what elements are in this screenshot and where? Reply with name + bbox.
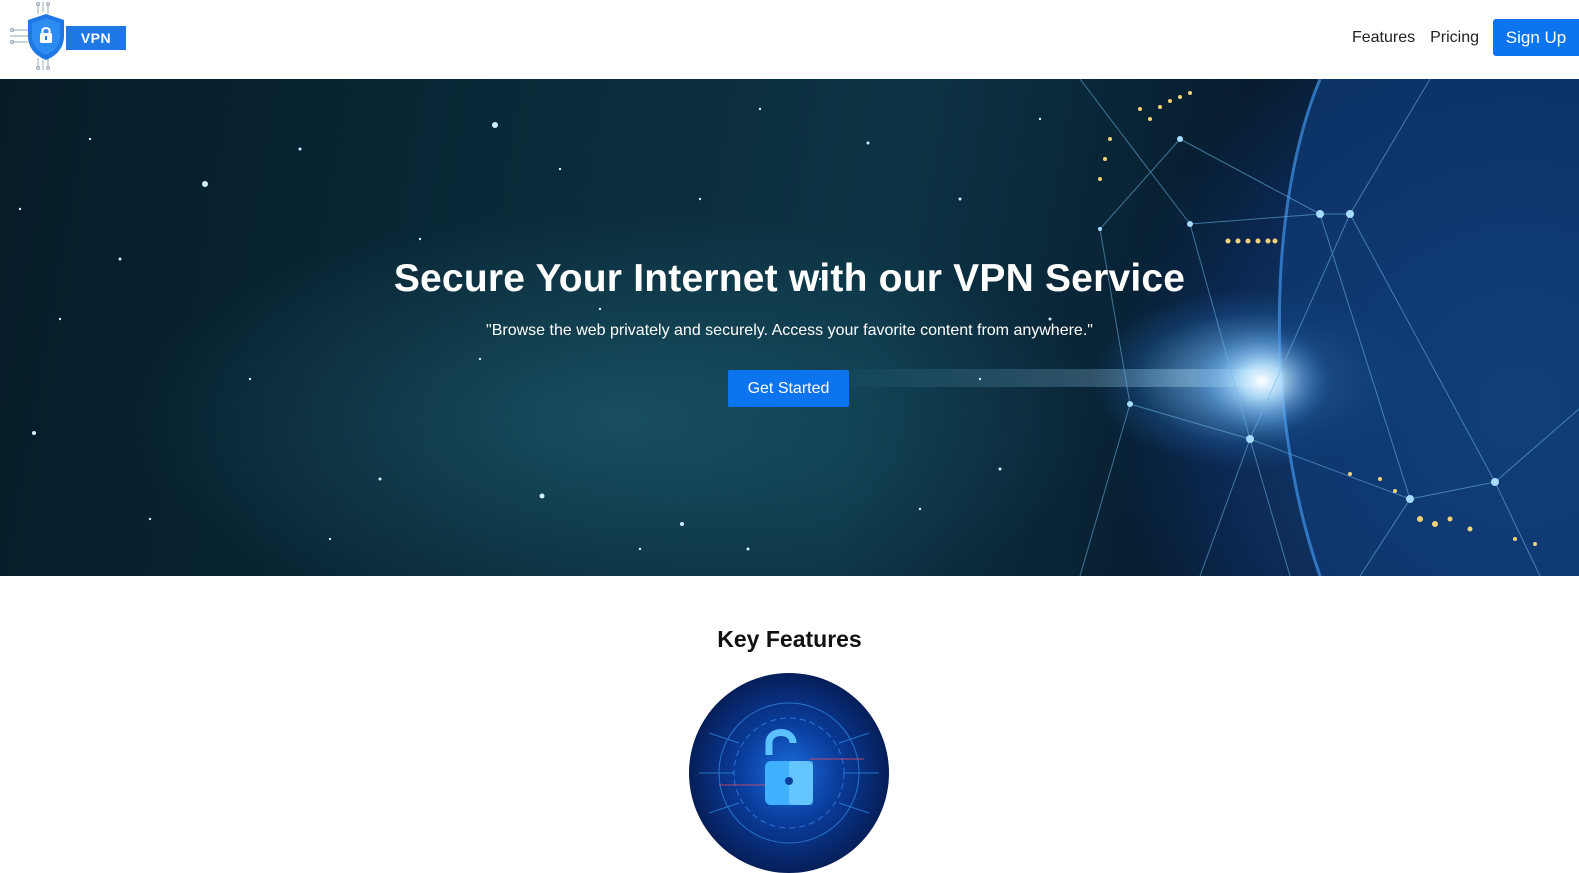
hero-subtitle: "Browse the web privately and securely. … <box>486 322 1093 339</box>
feature-image <box>689 673 889 873</box>
logo-text: VPN <box>66 26 126 50</box>
hero-section: Secure Your Internet with our VPN Servic… <box>0 79 1579 576</box>
padlock-icon <box>699 702 879 844</box>
site-header: VPN Features Pricing Sign Up <box>0 0 1579 79</box>
hero-title: Secure Your Internet with our VPN Servic… <box>393 257 1186 300</box>
get-started-button[interactable]: Get Started <box>728 370 849 407</box>
main-nav: Features Pricing Sign Up <box>1352 19 1579 56</box>
nav-pricing-link[interactable]: Pricing <box>1430 29 1479 47</box>
logo[interactable]: VPN <box>8 2 126 72</box>
nav-features-link[interactable]: Features <box>1352 29 1415 47</box>
signup-button[interactable]: Sign Up <box>1493 19 1579 56</box>
key-features-heading: Key Features <box>717 626 862 652</box>
